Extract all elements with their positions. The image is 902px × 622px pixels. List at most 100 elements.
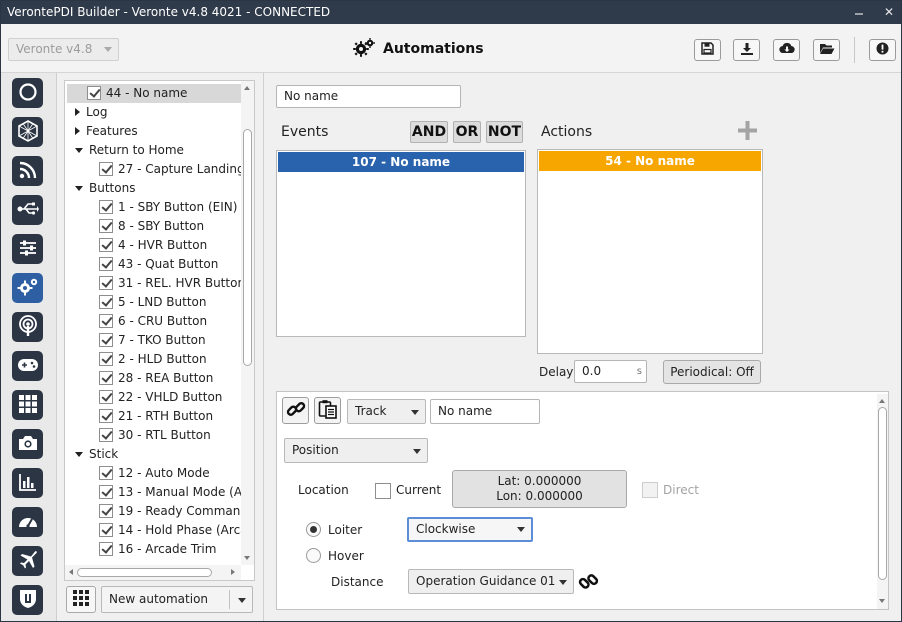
tree-item-checkbox[interactable] [99, 333, 113, 347]
tree-item[interactable]: 6 - CRU Button [99, 312, 207, 331]
caret-right-icon[interactable] [75, 108, 80, 116]
action-name-input[interactable]: No name [430, 399, 540, 424]
tree-item[interactable]: 43 - Quat Button [99, 255, 218, 274]
nav-airplane[interactable] [12, 546, 43, 576]
grid-view-button[interactable] [66, 586, 96, 613]
tree-item[interactable]: 4 - HVR Button [99, 236, 207, 255]
detail-scrollbar[interactable] [877, 394, 888, 609]
cloud-download-button[interactable] [773, 39, 800, 61]
tree-item-checkbox[interactable] [99, 371, 113, 385]
distance-link-button[interactable] [578, 571, 599, 595]
caret-right-icon[interactable] [75, 127, 80, 135]
tree-item-checkbox[interactable] [99, 219, 113, 233]
tree-item[interactable]: 2 - HLD Button [99, 350, 207, 369]
tree-item[interactable]: 19 - Ready Command [99, 502, 248, 521]
close-icon[interactable]: ✕ [879, 4, 899, 20]
tree-item-checkbox[interactable] [99, 504, 113, 518]
download-button[interactable] [733, 39, 760, 61]
automation-name-input[interactable]: No name [276, 85, 461, 108]
tree-item-checkbox[interactable] [99, 428, 113, 442]
tree-group[interactable]: Stick [75, 445, 250, 464]
tree-item[interactable]: 8 - SBY Button [99, 217, 204, 236]
nav-grid[interactable] [12, 390, 43, 420]
detail-scroll-thumb[interactable] [878, 407, 887, 580]
tree-item-checkbox[interactable] [87, 86, 101, 100]
event-item[interactable]: 107 - No name [278, 152, 524, 172]
tree-group[interactable]: Buttons [75, 179, 250, 198]
position-type-select[interactable]: Position [284, 438, 428, 463]
add-action-button[interactable] [738, 121, 757, 143]
tree-item[interactable]: 31 - REL. HVR Button [99, 274, 245, 293]
tree-item[interactable]: 5 - LND Button [99, 293, 207, 312]
scroll-right-icon[interactable] [231, 569, 235, 575]
version-select[interactable]: Veronte v4.8 [8, 38, 119, 61]
caret-down-icon[interactable] [75, 148, 83, 153]
scroll-down-icon[interactable] [244, 556, 250, 560]
caret-down-icon[interactable] [75, 186, 83, 191]
loiter-radio[interactable] [306, 522, 321, 537]
minimize-icon[interactable] [849, 4, 869, 20]
tree-item[interactable]: 1 - SBY Button (EIN) [99, 198, 237, 217]
mode-select[interactable]: Track [347, 399, 426, 424]
tree-item[interactable]: 44 - No name [67, 84, 241, 103]
tree-item-checkbox[interactable] [99, 485, 113, 499]
tree-item[interactable]: 27 - Capture Landing P [99, 160, 254, 179]
tree-item[interactable]: 14 - Hold Phase (Arcad [99, 521, 254, 540]
scroll-down-icon[interactable] [879, 599, 885, 603]
tree-item[interactable]: 28 - REA Button [99, 369, 213, 388]
tree-vertical-scroll-thumb[interactable] [243, 129, 252, 366]
action-item[interactable]: 54 - No name [539, 151, 761, 171]
tree-item[interactable]: 12 - Auto Mode [99, 464, 210, 483]
scroll-up-icon[interactable] [879, 399, 885, 403]
nav-automations[interactable] [12, 273, 43, 303]
hover-radio[interactable] [306, 548, 321, 563]
tree-item-checkbox[interactable] [99, 200, 113, 214]
tree-group[interactable]: Features [75, 122, 250, 141]
direct-checkbox[interactable] [642, 482, 658, 498]
tree-item-checkbox[interactable] [99, 352, 113, 366]
link-button[interactable] [282, 397, 309, 424]
tree-item-checkbox[interactable] [99, 295, 113, 309]
coordinates-button[interactable]: Lat: 0.000000 Lon: 0.000000 [452, 470, 627, 508]
nav-usb[interactable] [12, 195, 43, 225]
nav-camera[interactable] [12, 429, 43, 459]
current-checkbox[interactable] [375, 483, 391, 499]
nav-shield[interactable] [12, 585, 43, 615]
not-button[interactable]: NOT [486, 121, 523, 143]
distance-select[interactable]: Operation Guidance 01 [408, 569, 574, 594]
info-button[interactable] [869, 39, 896, 61]
caret-down-icon[interactable] [75, 452, 83, 457]
nav-mesh[interactable] [12, 117, 43, 147]
tree-item-checkbox[interactable] [99, 466, 113, 480]
tree-item-checkbox[interactable] [99, 238, 113, 252]
tree-item-checkbox[interactable] [99, 276, 113, 290]
and-button[interactable]: AND [410, 121, 448, 143]
open-folder-button[interactable] [813, 39, 840, 61]
tree-item-checkbox[interactable] [99, 314, 113, 328]
nav-sliders[interactable] [12, 234, 43, 264]
periodical-button[interactable]: Periodical: Off [663, 360, 761, 384]
loiter-direction-select[interactable]: Clockwise [407, 517, 533, 542]
tree-horizontal-scrollbar[interactable] [65, 565, 241, 580]
save-button[interactable] [694, 39, 721, 61]
nav-power[interactable] [12, 78, 43, 108]
tree-item-checkbox[interactable] [99, 257, 113, 271]
new-automation-select[interactable]: New automation [101, 586, 253, 613]
nav-gamepad[interactable] [12, 351, 43, 381]
nav-chart[interactable] [12, 468, 43, 498]
tree-group[interactable]: Log [75, 103, 250, 122]
nav-rss[interactable] [12, 156, 43, 186]
tree-vertical-scrollbar[interactable] [241, 81, 254, 565]
tree-item[interactable]: 13 - Manual Mode (Arc [99, 483, 253, 502]
events-list[interactable]: 107 - No name [276, 150, 526, 337]
tree-item[interactable]: 30 - RTL Button [99, 426, 211, 445]
tree-item[interactable]: 22 - VHLD Button [99, 388, 222, 407]
tree-item[interactable]: 7 - TKO Button [99, 331, 206, 350]
actions-list[interactable]: 54 - No name [537, 149, 763, 354]
nav-broadcast[interactable] [12, 312, 43, 342]
tree-item-checkbox[interactable] [99, 162, 113, 176]
tree-item-checkbox[interactable] [99, 523, 113, 537]
tree-group[interactable]: Return to Home [75, 141, 250, 160]
paste-button[interactable] [314, 397, 341, 424]
nav-gauge[interactable] [12, 507, 43, 537]
